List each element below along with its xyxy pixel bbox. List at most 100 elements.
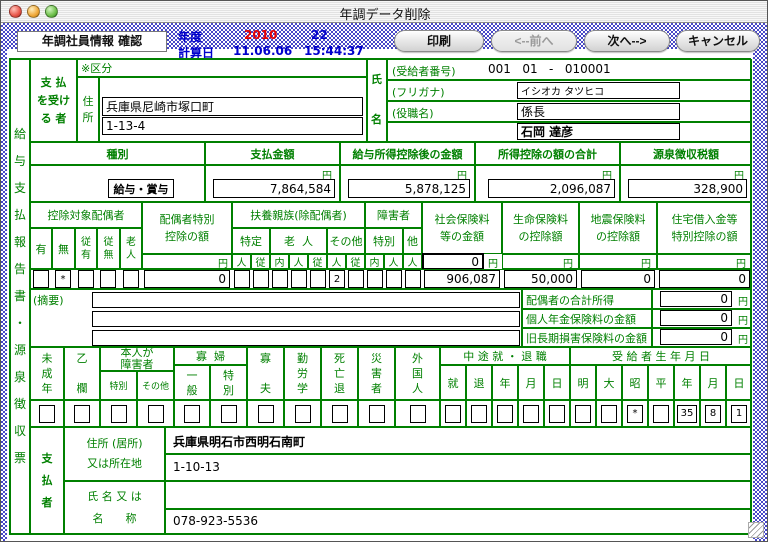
- unit-col-0: 人: [232, 254, 251, 269]
- post-label: (役職名): [392, 105, 434, 121]
- working-student-checkbox[interactable]: [295, 405, 311, 423]
- self-disabled-tokubetsu-checkbox[interactable]: [111, 405, 127, 423]
- next-button[interactable]: 次へ-->: [584, 30, 670, 52]
- dependent-count-1[interactable]: [253, 270, 269, 288]
- birth-heisei-box[interactable]: [653, 405, 669, 423]
- notes-field-2[interactable]: [92, 311, 520, 327]
- midcareer-month-cell: [518, 400, 544, 427]
- name-kanji-mei: 名: [371, 111, 382, 127]
- social-insurance-extra-field[interactable]: 0: [422, 253, 484, 270]
- birth-month-box[interactable]: 8: [705, 405, 721, 423]
- unit-col-7: 内: [365, 254, 384, 269]
- birth-meiji-box[interactable]: [575, 405, 591, 423]
- birth-taisho-box[interactable]: [601, 405, 617, 423]
- otsu-checkbox[interactable]: [74, 405, 90, 423]
- disaster-victim-checkbox[interactable]: [369, 405, 385, 423]
- after-deduction-field[interactable]: 5,878,125: [348, 179, 470, 198]
- unit-col-1: 従: [251, 254, 270, 269]
- spouse-nashi-checkbox[interactable]: *: [55, 270, 71, 288]
- withholding-field[interactable]: 328,900: [628, 179, 747, 198]
- widower-header: 寡 夫: [247, 347, 284, 400]
- notes-field-3[interactable]: [92, 330, 520, 346]
- death-retirement-checkbox[interactable]: [332, 405, 348, 423]
- housing-loan-amount-field[interactable]: 0: [659, 270, 750, 288]
- payer-address2-value[interactable]: 1-10-13: [173, 460, 220, 474]
- cancel-button[interactable]: キャンセル: [676, 30, 760, 52]
- dependents-group-header: 扶養親族(除配偶者): [232, 202, 365, 228]
- social-insurance-amount-field[interactable]: 906,087: [424, 270, 500, 288]
- quake-insurance-header: 地震保険料 の控除額: [579, 202, 657, 254]
- unit-col-3: 人: [289, 254, 308, 269]
- col-type-header: 種別: [30, 142, 205, 165]
- midcareer-year-box[interactable]: [497, 405, 513, 423]
- payee-address2-field[interactable]: 1-13-4: [102, 117, 363, 135]
- midcareer-shu-box[interactable]: [445, 405, 461, 423]
- spouse-special-amount-field[interactable]: 0: [144, 270, 230, 288]
- spouse-rojin-checkbox[interactable]: [123, 270, 139, 288]
- widow-ippan-checkbox[interactable]: [184, 405, 200, 423]
- otsu-cell: [64, 400, 100, 427]
- dependent-count-6[interactable]: [348, 270, 364, 288]
- pension-field[interactable]: 0: [660, 310, 732, 326]
- payer-name2-value[interactable]: 078-923-5536: [173, 514, 258, 528]
- midcareer-tai-cell: [466, 400, 492, 427]
- app-window: 年調データ削除 年調社員情報 確認 年度 2010 22 計算日 11.06.0…: [0, 0, 768, 542]
- foreigner-checkbox[interactable]: [410, 405, 426, 423]
- resize-handle[interactable]: [748, 522, 764, 538]
- col-payment-header: 支払金額: [205, 142, 340, 165]
- birth-taisho-cell: [596, 400, 622, 427]
- birth-year-box[interactable]: 35: [677, 405, 697, 423]
- payment-amount-field[interactable]: 7,864,584: [213, 179, 335, 198]
- dependent-count-7[interactable]: [367, 270, 383, 288]
- print-button[interactable]: 印刷: [394, 30, 484, 52]
- spouse-juari-checkbox[interactable]: [78, 270, 94, 288]
- total-deduction-field[interactable]: 2,096,087: [488, 179, 615, 198]
- midcareer-tai-box[interactable]: [471, 405, 487, 423]
- midcareer-month-box[interactable]: [523, 405, 539, 423]
- old-damage-field[interactable]: 0: [660, 329, 732, 345]
- widow-tokubetsu-checkbox[interactable]: [221, 405, 237, 423]
- pay-type-field[interactable]: 給与・賞与: [108, 179, 174, 198]
- dependent-count-8[interactable]: [386, 270, 402, 288]
- birth-taisho-header: 大: [596, 365, 622, 400]
- prev-button[interactable]: <--前へ: [491, 30, 577, 52]
- payee-name-field[interactable]: 石岡 達彦: [517, 123, 680, 140]
- dependent-count-0[interactable]: [234, 270, 250, 288]
- spouse-income-field[interactable]: 0: [660, 291, 732, 307]
- dependent-count-3[interactable]: [291, 270, 307, 288]
- birth-day-header: 日: [726, 365, 752, 400]
- spouse-junashi-checkbox[interactable]: [100, 270, 116, 288]
- minor-cell: [30, 400, 64, 427]
- midcareer-day-box[interactable]: [549, 405, 565, 423]
- spouse-special-header: 配偶者特別 控除の額: [142, 202, 232, 254]
- foreigner-cell: [395, 400, 440, 427]
- dependent-count-4[interactable]: [310, 270, 326, 288]
- notes-field-1[interactable]: [92, 292, 520, 308]
- self-disabled-sonota-checkbox[interactable]: [148, 405, 164, 423]
- life-insurance-amount-field[interactable]: 50,000: [504, 270, 577, 288]
- col-after-deduction-header: 給与所得控除後の金額: [340, 142, 475, 165]
- spouse-ari-checkbox[interactable]: [33, 270, 49, 288]
- payer-address1-value[interactable]: 兵庫県明石市西明石南町: [173, 433, 305, 450]
- spouse-ari-header: 有: [30, 228, 52, 269]
- recipient-no-value: 001 01 - 010001: [488, 62, 611, 76]
- quake-insurance-amount-field[interactable]: 0: [581, 270, 655, 288]
- widower-checkbox[interactable]: [258, 405, 274, 423]
- birth-showa-box[interactable]: *: [627, 405, 643, 423]
- furigana-field[interactable]: イシオカ タツヒコ: [517, 82, 680, 99]
- minor-checkbox[interactable]: [39, 405, 55, 423]
- death-retirement-header: 死 亡 退: [321, 347, 358, 400]
- widow-header: 寡 婦: [174, 347, 247, 365]
- working-student-cell: [284, 400, 321, 427]
- birth-day-box[interactable]: 1: [731, 405, 747, 423]
- spouse-income-label: 配偶者の合計所得: [526, 292, 614, 308]
- birth-year-header: 年: [674, 365, 700, 400]
- spouse-nashi-header: 無: [52, 228, 75, 269]
- self-disabled-tokubetsu-header: 特別: [100, 371, 137, 400]
- post-field[interactable]: 係長: [517, 103, 680, 120]
- dependent-count-9[interactable]: [405, 270, 421, 288]
- window-title: 年調データ削除: [1, 4, 768, 23]
- dependent-count-5[interactable]: 2: [329, 270, 345, 288]
- dependent-count-2[interactable]: [272, 270, 288, 288]
- payee-address1-field[interactable]: 兵庫県尼崎市塚口町: [102, 97, 363, 116]
